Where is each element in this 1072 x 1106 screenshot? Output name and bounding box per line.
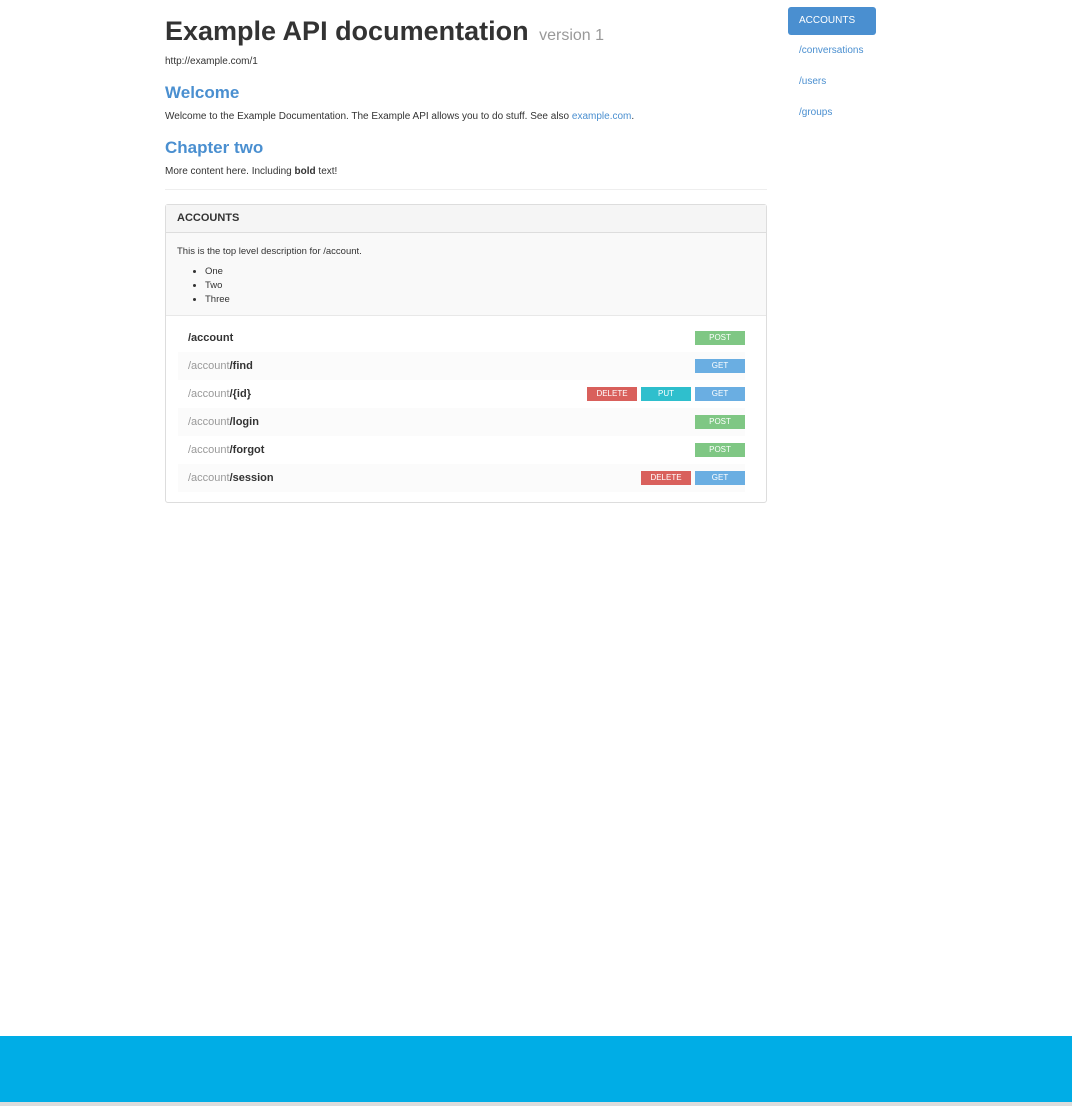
main-content: Example API documentation version 1 http… bbox=[165, 14, 767, 503]
route-prefix: /account bbox=[188, 388, 230, 400]
route-row[interactable]: /account POST bbox=[178, 324, 745, 352]
routes-list: /account POST/account/find GET/account/{id… bbox=[166, 316, 766, 502]
sidebar-item-conversations[interactable]: /conversations bbox=[788, 36, 876, 67]
route-path: /account/{id} bbox=[188, 388, 251, 400]
method-post-badge[interactable]: POST bbox=[695, 331, 745, 345]
panel-description: This is the top level description for /a… bbox=[166, 233, 766, 316]
route-prefix: /account bbox=[188, 444, 230, 456]
method-badges: GET bbox=[695, 359, 745, 373]
footer-bar bbox=[0, 1036, 1072, 1102]
description-list-item: Two bbox=[205, 279, 755, 293]
method-badges: POST bbox=[695, 415, 745, 429]
accounts-panel: ACCOUNTS This is the top level descripti… bbox=[165, 204, 767, 503]
route-path-segment: /login bbox=[229, 416, 259, 428]
method-delete-badge[interactable]: DELETE bbox=[587, 387, 637, 401]
method-post-badge[interactable]: POST bbox=[695, 443, 745, 457]
footer-edge bbox=[0, 1102, 1072, 1106]
chapter-two-paragraph: More content here. Including bold text! bbox=[165, 166, 338, 177]
method-put-badge[interactable]: PUT bbox=[641, 387, 691, 401]
method-get-badge[interactable]: GET bbox=[695, 471, 745, 485]
chapter-two-heading: Chapter two bbox=[165, 138, 264, 157]
route-row[interactable]: /account/session DELETE GET bbox=[178, 464, 745, 492]
route-path-segment: /account bbox=[188, 332, 234, 344]
example-link[interactable]: example.com bbox=[572, 111, 631, 122]
route-path-segment: /forgot bbox=[229, 444, 265, 456]
sidebar-nav: ACCOUNTS/conversations/users/groups bbox=[788, 7, 876, 129]
method-badges: POST bbox=[695, 443, 745, 457]
description-text: This is the top level description for /a… bbox=[177, 246, 362, 257]
method-badges: DELETE PUT GET bbox=[587, 387, 745, 401]
version-label: version 1 bbox=[539, 27, 605, 44]
route-prefix: /account bbox=[188, 360, 230, 372]
route-path-segment: /find bbox=[229, 360, 253, 372]
route-path-segment: /session bbox=[229, 472, 274, 484]
route-path-segment: /{id} bbox=[229, 388, 251, 400]
page-title: Example API documentation version 1 bbox=[165, 16, 605, 46]
route-row[interactable]: /account/{id} DELETE PUT GET bbox=[178, 380, 745, 408]
description-list: OneTwoThree bbox=[177, 265, 755, 307]
route-row[interactable]: /account/forgot POST bbox=[178, 436, 745, 464]
divider bbox=[165, 189, 767, 190]
route-row[interactable]: /account/login POST bbox=[178, 408, 745, 436]
method-get-badge[interactable]: GET bbox=[695, 359, 745, 373]
route-path: /account/find bbox=[188, 360, 253, 372]
route-path: /account/session bbox=[188, 472, 274, 484]
base-url: http://example.com/1 bbox=[165, 56, 258, 67]
sidebar-item-groups[interactable]: /groups bbox=[788, 98, 876, 129]
method-badges: DELETE GET bbox=[641, 471, 745, 485]
welcome-heading: Welcome bbox=[165, 83, 240, 102]
description-list-item: One bbox=[205, 265, 755, 279]
route-path: /account/forgot bbox=[188, 444, 264, 456]
route-path: /account/login bbox=[188, 416, 259, 428]
description-list-item: Three bbox=[205, 293, 755, 307]
panel-heading: ACCOUNTS bbox=[166, 205, 766, 233]
route-row[interactable]: /account/find GET bbox=[178, 352, 745, 380]
method-delete-badge[interactable]: DELETE bbox=[641, 471, 691, 485]
route-path: /account bbox=[188, 332, 233, 344]
route-prefix: /account bbox=[188, 472, 230, 484]
method-post-badge[interactable]: POST bbox=[695, 415, 745, 429]
sidebar-item-users[interactable]: /users bbox=[788, 67, 876, 98]
method-badges: POST bbox=[695, 331, 745, 345]
method-get-badge[interactable]: GET bbox=[695, 387, 745, 401]
route-prefix: /account bbox=[188, 416, 230, 428]
sidebar-item-accounts[interactable]: ACCOUNTS bbox=[788, 7, 876, 35]
welcome-paragraph: Welcome to the Example Documentation. Th… bbox=[165, 111, 635, 122]
